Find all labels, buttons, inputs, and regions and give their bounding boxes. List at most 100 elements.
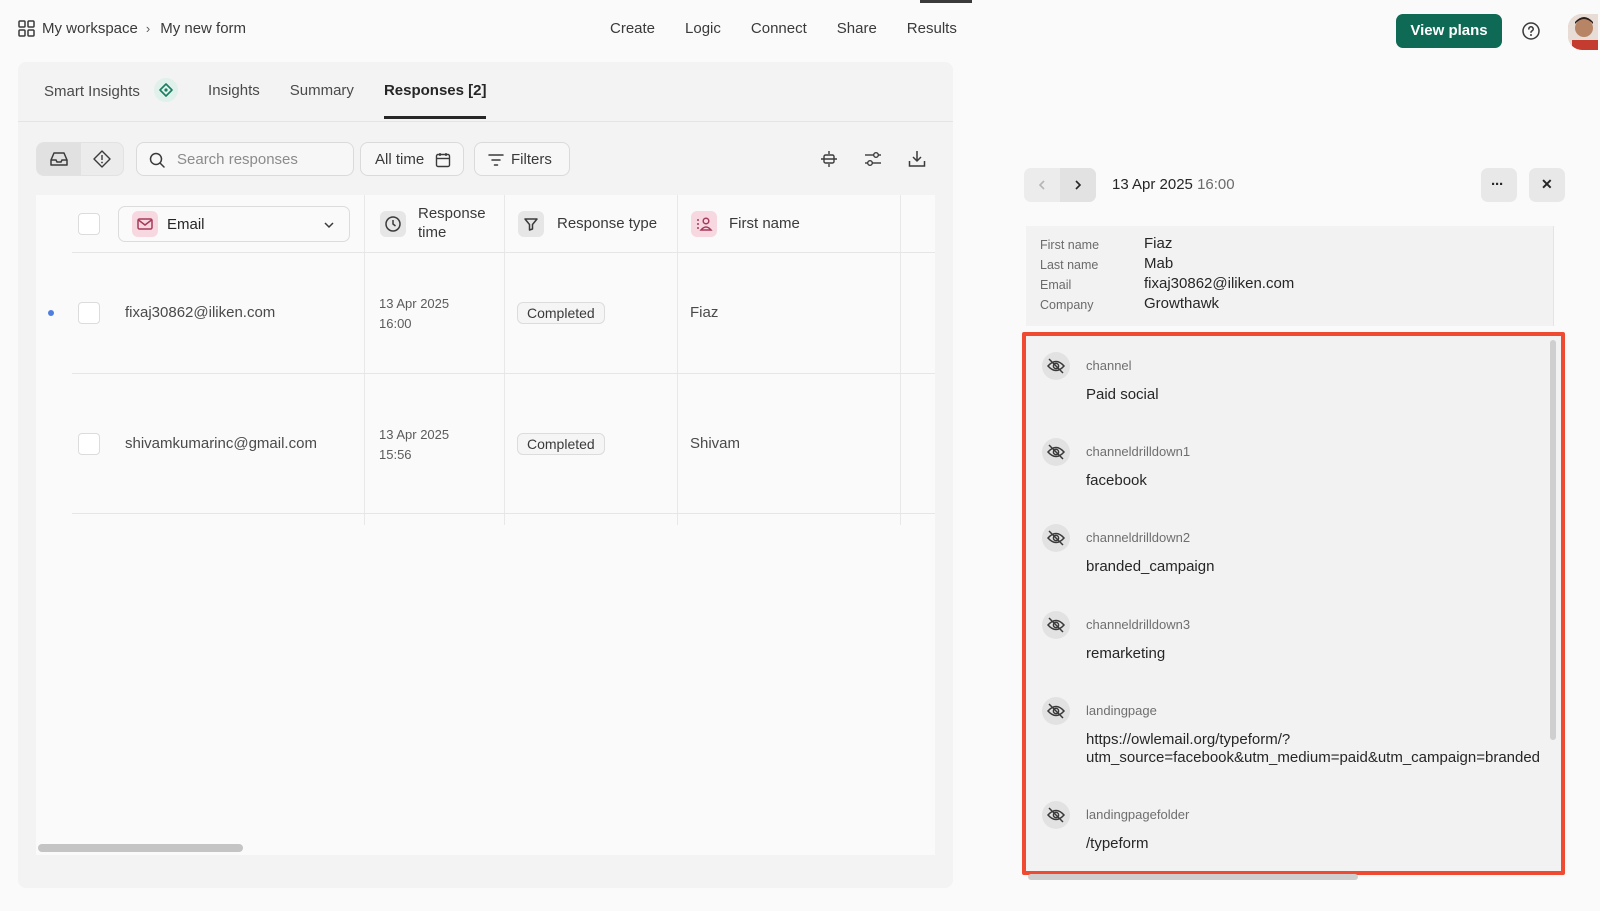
filters-button[interactable]: Filters (474, 142, 570, 176)
row-date: 13 Apr 2025 (379, 427, 450, 442)
tabs-divider (18, 121, 953, 122)
calendar-icon (435, 153, 451, 168)
active-nav-indicator (920, 0, 972, 3)
meta-value: fixaj30862@iliken.com (1144, 275, 1295, 292)
meta-value: Growthawk (1144, 295, 1220, 312)
first-name-column-header[interactable]: First name (691, 195, 891, 253)
close-button[interactable]: ✕ (1529, 168, 1565, 202)
funnel-icon (518, 211, 544, 237)
hidden-field-value: /typeform (1086, 835, 1149, 852)
row-date: 13 Apr 2025 (379, 296, 450, 311)
hidden-field-value: branded_campaign (1086, 558, 1215, 575)
eye-off-icon (1042, 611, 1070, 639)
more-options-button[interactable]: ··· (1481, 168, 1517, 202)
response-time-column-header[interactable]: Response time (378, 195, 506, 253)
more-icon: ··· (1491, 176, 1504, 193)
hidden-field-name: landingpagefolder (1086, 807, 1190, 822)
main-nav: Create Logic Connect Share Results (610, 0, 987, 37)
settings-icon[interactable] (864, 150, 882, 168)
column-divider (504, 195, 505, 525)
tab-responses[interactable]: Responses [2] (383, 82, 486, 119)
eye-off-icon (1042, 438, 1070, 466)
hidden-field-name: channeldrilldown1 (1086, 444, 1191, 459)
breadcrumb-workspace[interactable]: My workspace (42, 20, 138, 37)
meta-key: Company (1040, 298, 1094, 312)
email-column-header[interactable]: Email (118, 206, 350, 242)
response-pager (1024, 168, 1096, 202)
nav-connect[interactable]: Connect (751, 20, 807, 37)
eye-off-icon (1042, 352, 1070, 380)
unread-dot (48, 310, 54, 316)
top-bar: My workspace › My new form Create Logic … (0, 0, 1600, 62)
row-checkbox[interactable] (78, 302, 100, 324)
column-divider (364, 195, 365, 525)
tab-smart-insights[interactable]: Smart Insights (44, 78, 179, 102)
nav-logic[interactable]: Logic (685, 20, 721, 37)
tab-smart-insights-label: Smart Insights (44, 82, 140, 100)
time-filter-button[interactable]: All time (360, 142, 464, 176)
detail-horizontal-scrollbar[interactable] (1028, 874, 1358, 880)
response-time: 16:00 (1197, 176, 1235, 193)
response-time-label-line2: time (418, 224, 447, 241)
row-divider (72, 513, 935, 514)
header-divider (72, 252, 935, 253)
row-first-name: Shivam (690, 435, 741, 452)
clock-icon (380, 211, 406, 237)
response-type-label: Response type (557, 215, 658, 232)
tag-icon[interactable] (93, 150, 111, 168)
help-icon[interactable] (1522, 22, 1540, 40)
filters-label: Filters (511, 151, 552, 168)
inbox-view-button[interactable] (37, 143, 81, 175)
select-all-checkbox[interactable] (78, 213, 100, 235)
status-badge: Completed (517, 433, 605, 455)
mail-icon (132, 211, 158, 237)
row-divider (72, 373, 935, 374)
next-response-button[interactable] (1060, 168, 1096, 202)
eye-off-icon (1042, 524, 1070, 552)
results-tabs: Smart Insights Insights Summary Response… (44, 78, 516, 119)
breadcrumb-form[interactable]: My new form (160, 20, 246, 37)
nav-create[interactable]: Create (610, 20, 655, 37)
hidden-field-value: https://owlemail.org/typeform/? utm_sour… (1086, 731, 1541, 766)
breadcrumb-separator: › (145, 21, 151, 36)
vertical-scrollbar[interactable] (1550, 340, 1556, 740)
smart-insights-icon (154, 78, 179, 102)
row-checkbox[interactable] (78, 433, 100, 455)
meta-value: Mab (1144, 255, 1174, 272)
time-filter-label: All time (375, 151, 425, 168)
row-first-name: Fiaz (690, 304, 719, 321)
search-input[interactable]: Search responses (136, 142, 354, 176)
hidden-field-name: channeldrilldown2 (1086, 530, 1191, 545)
respondent-details: First name Fiaz Last name Mab Email fixa… (1026, 226, 1554, 326)
view-plans-button[interactable]: View plans (1396, 14, 1502, 48)
responses-table: Email Response time Response type First … (36, 195, 935, 855)
eye-off-icon (1042, 697, 1070, 725)
grid-icon[interactable] (18, 20, 35, 37)
search-icon (149, 152, 165, 168)
inbox-icon (50, 152, 68, 166)
meta-value: Fiaz (1144, 235, 1173, 252)
meta-key: Last name (1040, 258, 1099, 272)
close-icon: ✕ (1541, 176, 1553, 192)
hidden-field-value: remarketing (1086, 645, 1166, 662)
previous-response-button[interactable] (1024, 168, 1060, 202)
status-badge: Completed (517, 302, 605, 324)
column-divider (677, 195, 678, 525)
column-icon[interactable] (820, 150, 838, 168)
hidden-field-value: Paid social (1086, 386, 1159, 403)
row-time: 16:00 (379, 316, 412, 331)
avatar[interactable] (1568, 14, 1598, 50)
download-icon[interactable] (908, 150, 926, 168)
hidden-field-name: channel (1086, 358, 1132, 373)
hidden-fields-section: channel Paid social channeldrilldown1 fa… (1022, 332, 1565, 875)
nav-results[interactable]: Results (907, 20, 957, 37)
horizontal-scrollbar[interactable] (38, 844, 243, 852)
row-time: 15:56 (379, 447, 412, 462)
breadcrumb: My workspace › My new form (18, 20, 246, 37)
tab-summary[interactable]: Summary (290, 82, 354, 102)
hidden-field-value: facebook (1086, 472, 1147, 489)
tab-insights[interactable]: Insights (208, 82, 260, 102)
nav-share[interactable]: Share (837, 20, 877, 37)
response-type-column-header[interactable]: Response type (518, 195, 678, 253)
row-email: shivamkumarinc@gmail.com (125, 435, 317, 452)
